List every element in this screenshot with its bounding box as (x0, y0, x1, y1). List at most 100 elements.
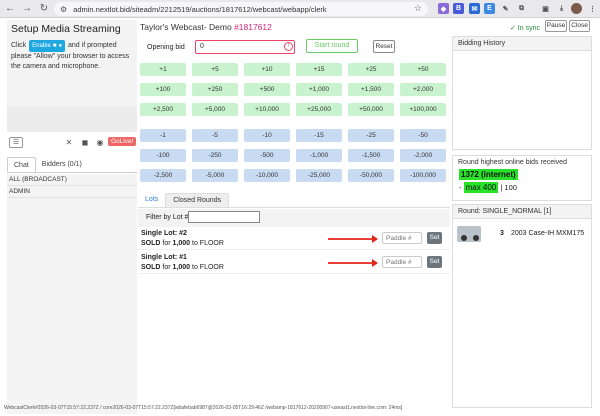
back-icon[interactable]: ← (3, 2, 17, 16)
pause-button[interactable]: Pause (545, 20, 567, 32)
increment-button[interactable]: -10 (244, 129, 290, 142)
increment-button[interactable]: +10 (244, 63, 290, 76)
highest-bid-value: 1372 (internet) (459, 169, 518, 180)
filter-label: Filter by Lot # (146, 214, 189, 221)
extension-icon[interactable]: ◆ (438, 3, 449, 14)
increment-button[interactable]: +250 (192, 83, 238, 96)
reload-icon[interactable]: ↻ (37, 2, 51, 16)
opening-bid-label: Opening bid (147, 44, 185, 51)
increment-button[interactable]: +2,000 (400, 83, 446, 96)
increment-button[interactable]: -1 (140, 129, 186, 142)
forward-icon[interactable]: → (20, 2, 34, 16)
tab-bidders[interactable]: Bidders (0/1) (36, 157, 88, 172)
increment-grid-negative: -1 -5 -10 -15 -25 -50 -100 -250 -500 -1,000 -1,500… (140, 129, 446, 182)
arrow-right-icon (328, 259, 378, 267)
left-panel: Setup Media Streaming Click Enable ■ ● a… (7, 20, 137, 414)
max-bid-value: max 400 (463, 182, 499, 193)
increment-grid-positive: +1 +5 +10 +15 +25 +50 +100 +250 +500 +1,000 +1,500… (140, 63, 446, 116)
increment-button[interactable]: -2,000 (400, 149, 446, 162)
increment-button[interactable]: +50 (400, 63, 446, 76)
increment-button[interactable]: +1,000 (296, 83, 342, 96)
extension-icon[interactable]: B (453, 3, 464, 14)
highest-bids-title: Round highest online bids received (453, 156, 591, 169)
arrow-right-icon (328, 235, 378, 243)
set-button[interactable]: Set (427, 232, 442, 244)
download-icon[interactable]: ⤓ (556, 3, 567, 14)
right-panel: ✓ In sync Pause Close Bidding History Ro… (452, 20, 592, 410)
mic-off-icon[interactable]: ✕ (63, 138, 75, 147)
increment-button[interactable]: -1,500 (348, 149, 394, 162)
increment-button[interactable]: +100,000 (400, 103, 446, 116)
broadcast-icon[interactable]: ◉ (94, 138, 106, 147)
increment-button[interactable]: +50,000 (348, 103, 394, 116)
increment-button[interactable]: +500 (244, 83, 290, 96)
increment-button[interactable]: +5 (192, 63, 238, 76)
tab-closed-rounds[interactable]: Closed Rounds (165, 193, 230, 207)
highest-bids-panel: Round highest online bids received 1372 … (452, 155, 592, 201)
streaming-instructions: Click Enable ■ ● and if prompted please … (11, 40, 130, 70)
round-lot-number: 3 (500, 230, 504, 237)
alert-icon: ! (284, 42, 293, 51)
camera-off-icon[interactable]: ◼ (79, 138, 91, 147)
lot-status: SOLD for 1,000 to FLOOR (141, 240, 224, 247)
paddle-input[interactable]: Paddle # (382, 256, 422, 268)
increment-button[interactable]: -5,000 (192, 169, 238, 182)
tab-lots[interactable]: Lots (138, 193, 165, 207)
extension-icon[interactable]: E (484, 3, 495, 14)
increment-button[interactable]: +15 (296, 63, 342, 76)
auction-id: #1817612 (234, 22, 272, 32)
pen-icon[interactable]: ✎ (500, 3, 511, 14)
site-info-icon[interactable]: ⚙ (60, 5, 67, 14)
address-bar[interactable]: ⚙ admin.nextlot.bid/siteadm/2212519/auct… (54, 2, 428, 16)
list-item[interactable]: ALL (BROADCAST) (7, 174, 137, 186)
increment-button[interactable]: -10,000 (244, 169, 290, 182)
increment-button[interactable]: -500 (244, 149, 290, 162)
increment-button[interactable]: +5,000 (192, 103, 238, 116)
puzzle-icon[interactable]: ⧉ (516, 3, 527, 14)
increment-button[interactable]: -2,500 (140, 169, 186, 182)
opening-bid-input[interactable]: 0 (195, 40, 295, 54)
increment-button[interactable]: +25 (348, 63, 394, 76)
list-item[interactable]: ADMIN (7, 186, 137, 198)
increment-button[interactable]: -100,000 (400, 169, 446, 182)
camera-icon: ■ (52, 43, 57, 49)
start-round-button[interactable]: Start round (306, 39, 358, 53)
increment-button[interactable]: -5 (192, 129, 238, 142)
enable-media-button[interactable]: Enable ■ ● (29, 40, 66, 52)
increment-button[interactable]: +1,500 (348, 83, 394, 96)
increment-button[interactable]: +100 (140, 83, 186, 96)
increment-button[interactable]: +2,500 (140, 103, 186, 116)
list-icon[interactable]: ☰ (9, 137, 23, 148)
url-text: admin.nextlot.bid/siteadm/2212519/auctio… (73, 4, 327, 14)
max-bid-row: - max 400 | 100 (459, 182, 517, 193)
set-button[interactable]: Set (427, 256, 442, 268)
increment-button[interactable]: +1 (140, 63, 186, 76)
menu-kebab-icon[interactable]: ⋮ (587, 3, 598, 14)
video-preview (7, 106, 137, 132)
extension-icon[interactable]: ✉ (469, 3, 480, 14)
reset-button[interactable]: Reset (373, 40, 395, 53)
increment-button[interactable]: -250 (192, 149, 238, 162)
tab-chat[interactable]: Chat (7, 157, 36, 172)
increment-button[interactable]: -1,000 (296, 149, 342, 162)
increment-button[interactable]: +25,000 (296, 103, 342, 116)
bookmark-star-icon[interactable]: ☆ (414, 3, 422, 14)
increment-button[interactable]: +10,000 (244, 103, 290, 116)
streaming-setup: Setup Media Streaming Click Enable ■ ● a… (7, 20, 137, 106)
close-button[interactable]: Close (569, 20, 590, 32)
increment-button[interactable]: -15 (296, 129, 342, 142)
increment-button[interactable]: -25 (348, 129, 394, 142)
increment-button[interactable]: -25,000 (296, 169, 342, 182)
golive-button[interactable]: GoLive! (108, 137, 137, 146)
avatar[interactable] (571, 3, 582, 14)
status-bar: WebcastClerk#2026-03-07T15:57:22.237Z / … (4, 405, 403, 411)
increment-button[interactable]: -100 (140, 149, 186, 162)
increment-button[interactable]: -50 (400, 129, 446, 142)
filter-input[interactable] (188, 211, 260, 223)
round-panel: Round: SINGLE_NORMAL [1] 3 2003 Case-IH … (452, 204, 592, 408)
paddle-input[interactable]: Paddle # (382, 232, 422, 244)
list-item[interactable]: 3 2003 Case-IH MXM175 (453, 223, 593, 245)
window-icon[interactable]: ▣ (540, 3, 551, 14)
increment-button[interactable]: -50,000 (348, 169, 394, 182)
lot-filter: Filter by Lot # (138, 209, 450, 227)
